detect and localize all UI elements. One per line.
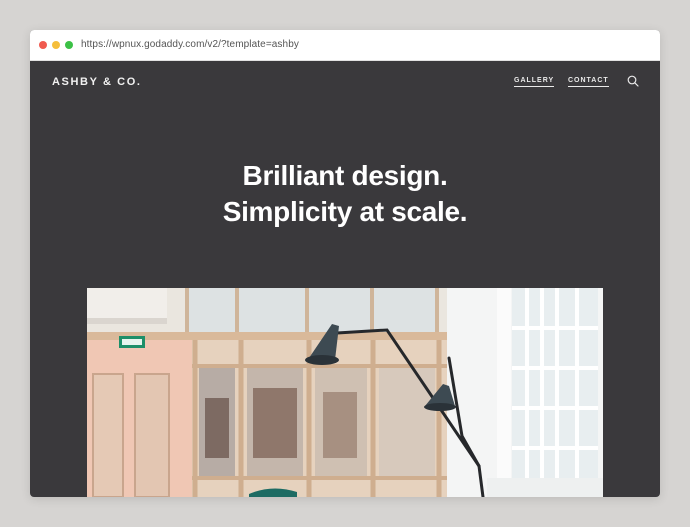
hero-heading-line-2: Simplicity at scale.	[222, 196, 468, 227]
nav-link-contact[interactable]: CONTACT	[568, 77, 609, 87]
hero-heading: Brilliant design. Simplicity at scale.	[30, 158, 660, 230]
browser-address-bar: https://wpnux.godaddy.com/v2/?template=a…	[30, 30, 660, 61]
site-header: ASHBY & CO. GALLERY CONTACT	[30, 61, 660, 101]
hero-heading-line-1: Brilliant design.	[242, 160, 448, 191]
search-icon[interactable]	[627, 75, 639, 87]
minimize-window-button[interactable]	[52, 41, 60, 49]
maximize-window-button[interactable]	[65, 41, 73, 49]
office-lamp-photo	[87, 288, 603, 497]
site-logo[interactable]: ASHBY & CO.	[52, 76, 142, 88]
browser-window: https://wpnux.godaddy.com/v2/?template=a…	[30, 30, 660, 497]
url-text[interactable]: https://wpnux.godaddy.com/v2/?template=a…	[81, 39, 299, 50]
nav-link-gallery[interactable]: GALLERY	[514, 77, 555, 87]
hero-image	[87, 288, 603, 497]
close-window-button[interactable]	[39, 41, 47, 49]
